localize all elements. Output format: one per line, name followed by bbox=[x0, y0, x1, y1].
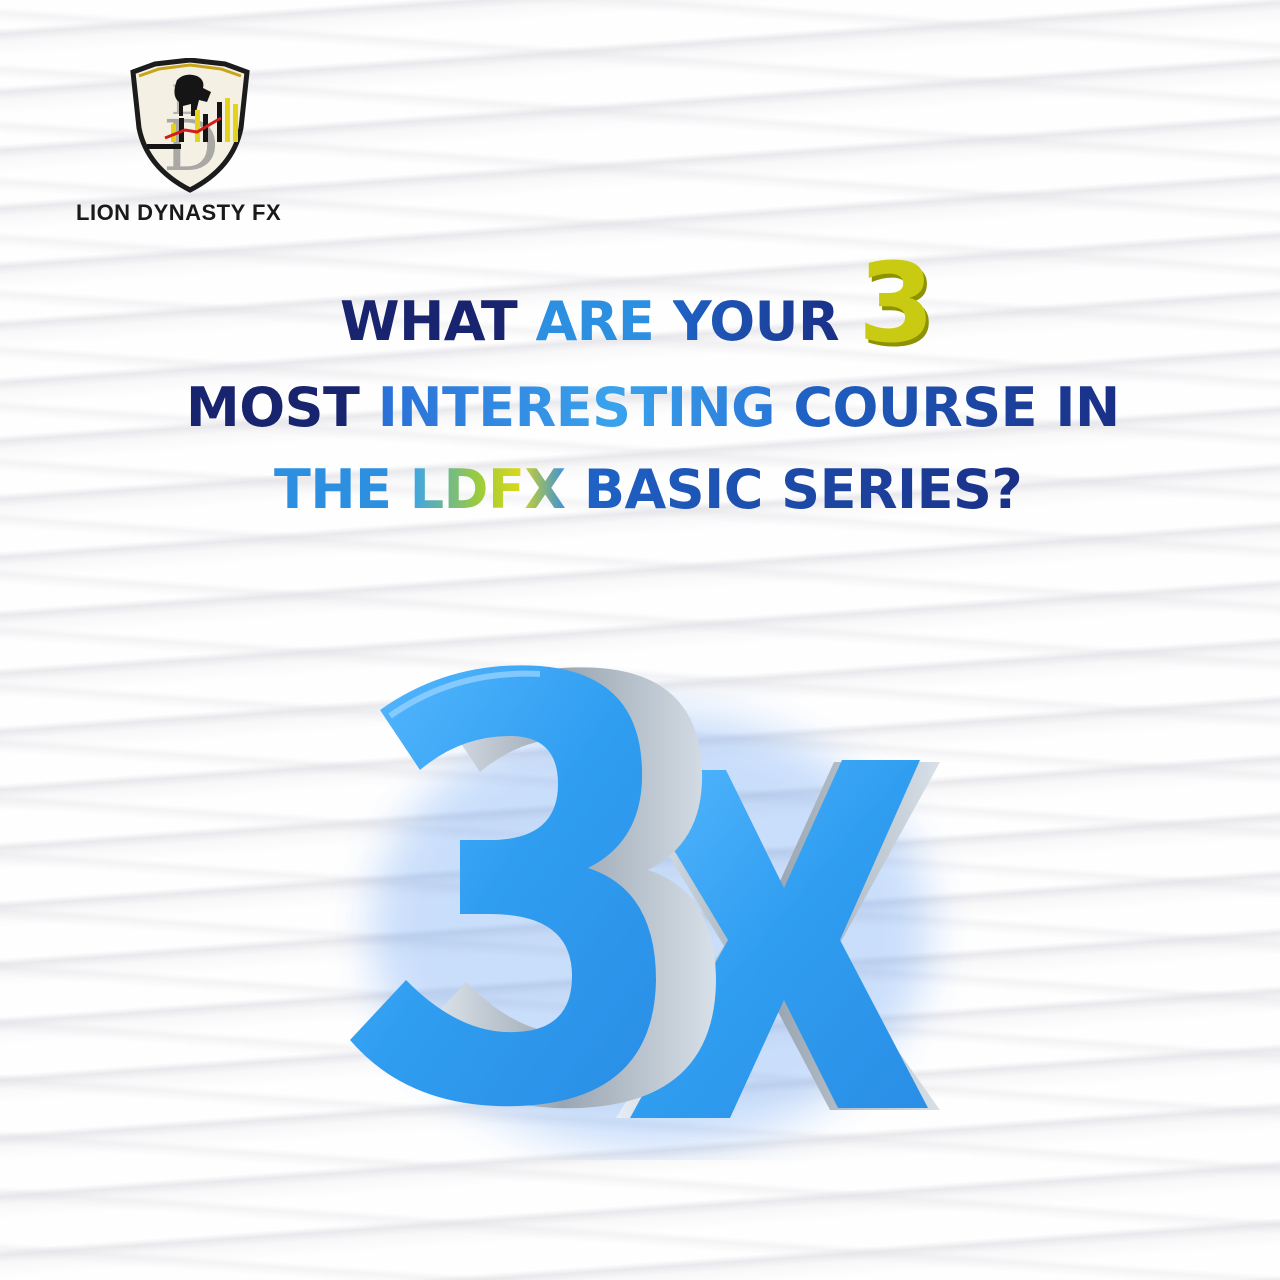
3x-graphic: 3X bbox=[350, 665, 940, 1150]
headline-word: THE bbox=[274, 458, 392, 521]
headline-word: LDFX bbox=[409, 458, 566, 521]
headline-word: WHAT bbox=[340, 290, 518, 353]
headline-line-2: MOST INTERESTING COURSE IN bbox=[186, 376, 1120, 440]
headline-word: INTERESTING bbox=[377, 376, 776, 439]
headline-word: COURSE IN bbox=[793, 376, 1120, 439]
headline-word: YOUR bbox=[672, 290, 840, 353]
lion-dynasty-fx-logo: D L LION DYNASTY FX bbox=[70, 58, 320, 238]
shield-emblem-icon: D L bbox=[130, 58, 250, 193]
brand-name: LION DYNASTY FX bbox=[76, 200, 282, 225]
headline-line-1: WHAT ARE YOUR bbox=[340, 290, 840, 354]
headline-word: BASIC SERIES? bbox=[583, 458, 1023, 521]
headline-number: 3 bbox=[858, 239, 935, 367]
headline-word: ARE bbox=[535, 290, 655, 353]
headline-word: MOST bbox=[186, 376, 360, 439]
headline-line-3: THE LDFX BASIC SERIES? bbox=[274, 458, 1023, 522]
